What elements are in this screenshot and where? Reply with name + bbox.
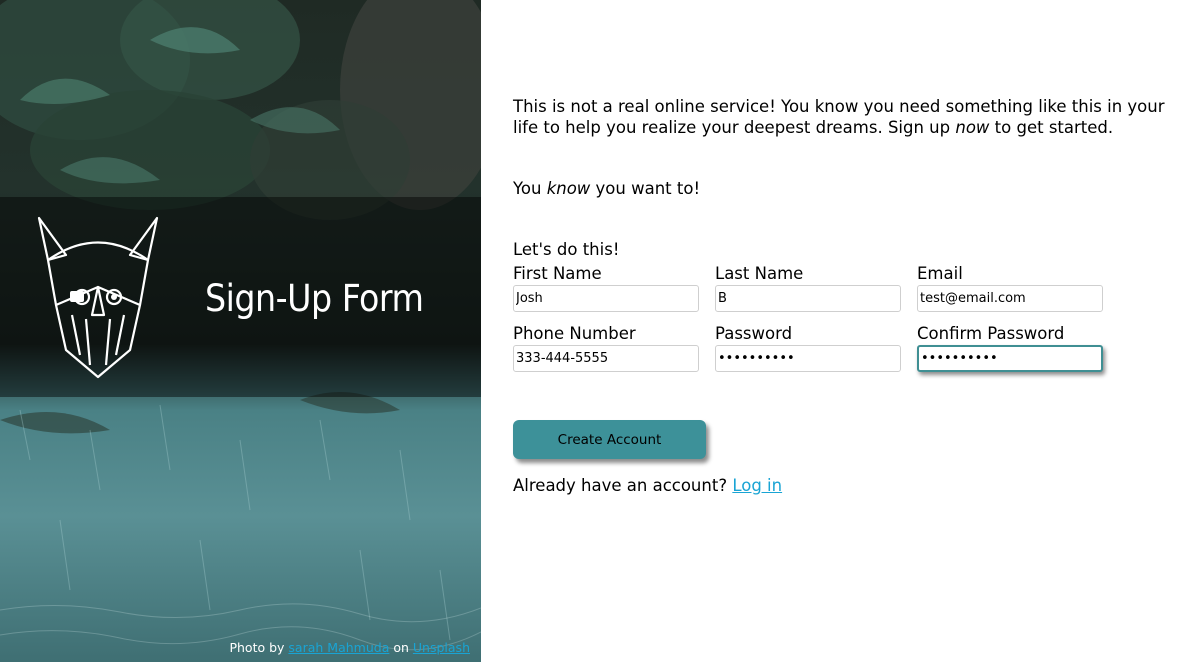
login-prompt-text: Already have an account? (513, 476, 733, 495)
email-input[interactable] (917, 285, 1103, 312)
last-name-label: Last Name (715, 264, 804, 283)
intro-text-b: to get started. (989, 118, 1114, 137)
credit-site-link[interactable]: Unsplash (413, 640, 470, 655)
viking-logo-icon (37, 216, 159, 379)
hero-panel: Sign-Up Form Photo by sarah Mahmuda on U… (0, 0, 481, 662)
hero-title: Sign-Up Form (205, 277, 424, 320)
confirm-password-label: Confirm Password (917, 324, 1065, 343)
confirm-password-field: Confirm Password (917, 324, 1103, 372)
know-emphasis: know (546, 179, 591, 198)
login-prompt: Already have an account? Log in (513, 475, 1173, 496)
password-input[interactable] (715, 345, 901, 372)
signup-content: This is not a real online service! You k… (513, 96, 1173, 496)
form-grid: First Name Last Name Email Phone Number … (513, 264, 1173, 372)
first-name-input[interactable] (513, 285, 699, 312)
water-texture (0, 404, 481, 651)
login-link[interactable]: Log in (732, 476, 782, 495)
know-text-b: you want to! (590, 179, 701, 198)
phone-input[interactable] (513, 345, 699, 372)
email-label: Email (917, 264, 963, 283)
password-label: Password (715, 324, 793, 343)
confirm-password-input[interactable] (917, 345, 1103, 372)
intro-emphasis-now: now (955, 118, 990, 137)
credit-on: on (393, 640, 409, 655)
password-field: Password (715, 324, 901, 372)
signup-form: First Name Last Name Email Phone Number … (513, 264, 1173, 459)
first-name-field: First Name (513, 264, 699, 312)
know-paragraph: You know you want to! (513, 178, 1173, 199)
credit-author-link[interactable]: sarah Mahmuda (288, 640, 389, 655)
create-account-button[interactable]: Create Account (513, 420, 706, 459)
photo-credit: Photo by sarah Mahmuda on Unsplash (229, 640, 470, 655)
intro-paragraph: This is not a real online service! You k… (513, 96, 1173, 138)
phone-field: Phone Number (513, 324, 699, 372)
phone-label: Phone Number (513, 324, 636, 343)
last-name-input[interactable] (715, 285, 901, 312)
credit-prefix: Photo by (229, 640, 285, 655)
first-name-label: First Name (513, 264, 602, 283)
lets-do-this-text: Let's do this! (513, 240, 620, 259)
know-text-a: You (513, 179, 547, 198)
email-field: Email (917, 264, 1103, 312)
last-name-field: Last Name (715, 264, 901, 312)
